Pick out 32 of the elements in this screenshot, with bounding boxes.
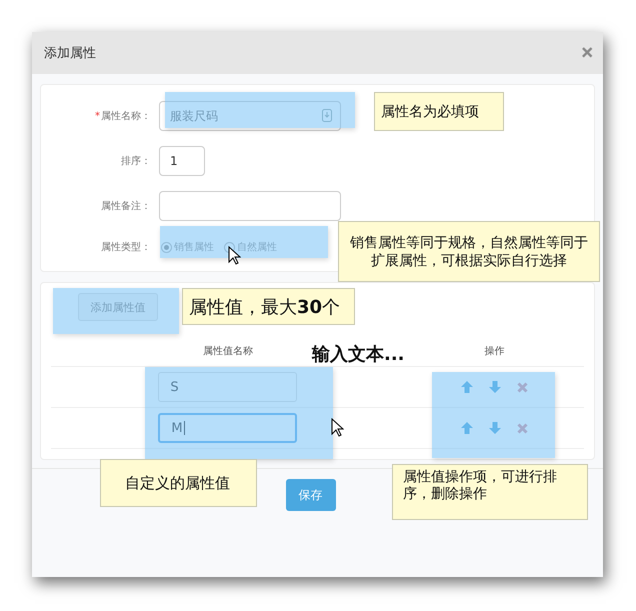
input-value: M — [171, 420, 183, 436]
annotation-note: 属性值，最大30个 — [182, 288, 355, 325]
input-field[interactable] — [159, 190, 341, 220]
column-header: 操作 — [484, 344, 504, 358]
input-field[interactable]: 1 — [159, 146, 205, 176]
input-field[interactable]: S — [158, 372, 298, 402]
annotation-note: 属性名为必填项 — [374, 92, 504, 131]
save-button[interactable]: 保存 — [286, 479, 336, 511]
spinner-icon[interactable] — [322, 108, 332, 122]
annotation-note: 销售属性等同于规格，自然属性等同于扩展属性，可根据实际自行选择 — [338, 221, 600, 282]
input-value: S — [170, 380, 179, 394]
delete-icon[interactable] — [516, 382, 528, 392]
move-up-icon[interactable] — [460, 422, 473, 434]
radio-button[interactable] — [161, 242, 172, 252]
input-field[interactable]: 服装尺码 — [159, 100, 341, 130]
required-mark: * — [95, 110, 100, 122]
cursor-icon — [331, 418, 344, 437]
move-up-icon[interactable] — [460, 381, 473, 393]
field-label: 属性备注： — [101, 200, 151, 212]
field-label: 属性名称： — [101, 110, 151, 122]
dialog-title: 添加属性 — [44, 45, 96, 62]
input-field[interactable]: M — [158, 413, 298, 443]
move-down-icon[interactable] — [488, 422, 501, 434]
move-down-icon[interactable] — [488, 381, 501, 393]
delete-icon[interactable] — [516, 422, 528, 434]
annotation-text: 输入文本... — [312, 343, 405, 366]
annotation-note: 属性值操作项，可进行排序，删除操作 — [392, 464, 588, 520]
close-button[interactable]: × — [581, 43, 593, 63]
field-label: 属性类型： — [101, 242, 151, 253]
column-header: 属性值名称 — [202, 344, 253, 358]
annotation-note: 自定义的属性值 — [100, 459, 257, 507]
field-label: 排序： — [121, 156, 151, 166]
